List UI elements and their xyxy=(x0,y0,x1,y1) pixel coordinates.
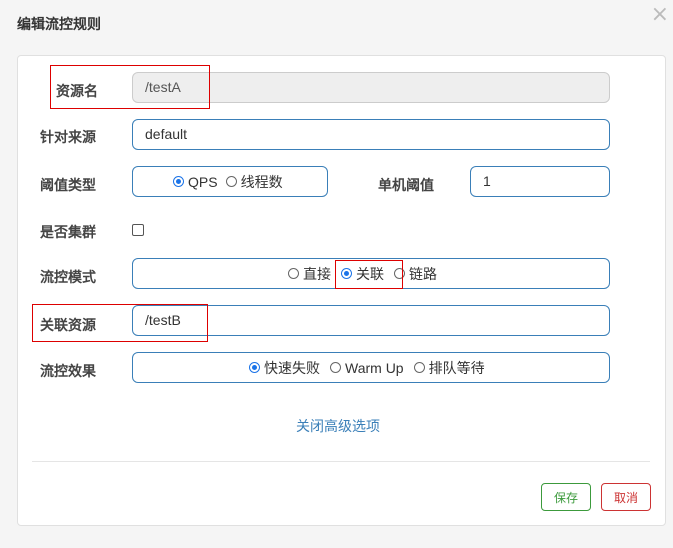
strategy-group: 直接 关联 链路 xyxy=(132,258,610,289)
limit-app-label: 针对来源 xyxy=(40,129,96,145)
strategy-relate-label: 关联 xyxy=(356,265,384,282)
save-button[interactable]: 保存 xyxy=(541,483,591,511)
ref-resource-label: 关联资源 xyxy=(40,317,96,333)
threshold-type-label: 阈值类型 xyxy=(40,177,96,193)
behavior-warm-up-label: Warm Up xyxy=(345,359,404,376)
radio-checked-icon xyxy=(173,176,184,187)
behavior-warm-up-radio[interactable]: Warm Up xyxy=(330,360,404,376)
threshold-type-qps-radio[interactable]: QPS xyxy=(173,174,218,190)
strategy-chain-radio[interactable]: 链路 xyxy=(394,264,437,284)
single-threshold-input[interactable]: 1 xyxy=(470,166,610,197)
footer-divider xyxy=(32,461,650,462)
radio-unchecked-icon xyxy=(330,362,341,373)
resource-name-label: 资源名 xyxy=(56,83,98,99)
cluster-mode-label: 是否集群 xyxy=(40,224,96,240)
dialog-title: 编辑流控规则 xyxy=(17,16,101,32)
radio-unchecked-icon xyxy=(394,268,405,279)
resource-name-input: /testA xyxy=(132,72,610,103)
behavior-fast-fail-radio[interactable]: 快速失败 xyxy=(249,358,320,378)
strategy-direct-label: 直接 xyxy=(303,265,331,282)
behavior-queue-label: 排队等待 xyxy=(428,359,485,376)
threshold-type-group: QPS 线程数 xyxy=(132,166,328,197)
edit-flow-rule-dialog: 编辑流控规则 × 资源名 /testA 针对来源 default 阈值类型 QP… xyxy=(0,0,673,548)
close-icon[interactable]: × xyxy=(651,2,669,27)
control-behavior-label: 流控效果 xyxy=(40,363,96,379)
control-behavior-group: 快速失败 Warm Up 排队等待 xyxy=(132,352,610,383)
threshold-type-thread-label: 线程数 xyxy=(240,173,283,190)
radio-unchecked-icon xyxy=(225,176,237,187)
single-threshold-label: 单机阈值 xyxy=(378,177,434,193)
strategy-direct-radio[interactable]: 直接 xyxy=(288,264,331,284)
ref-resource-input[interactable]: /testB xyxy=(132,305,610,336)
radio-checked-icon xyxy=(249,362,260,373)
threshold-type-thread-radio[interactable]: 线程数 xyxy=(225,172,283,192)
cancel-button[interactable]: 取消 xyxy=(601,483,651,511)
form-panel: 资源名 /testA 针对来源 default 阈值类型 QPS 线程数 单机阈… xyxy=(17,55,666,526)
limit-app-input[interactable]: default xyxy=(132,119,610,150)
strategy-label: 流控模式 xyxy=(40,269,96,285)
radio-unchecked-icon xyxy=(413,362,425,373)
advanced-options-toggle-link[interactable]: 关闭高级选项 xyxy=(296,416,380,436)
radio-unchecked-icon xyxy=(288,268,299,279)
radio-checked-icon xyxy=(341,268,352,279)
behavior-fast-fail-label: 快速失败 xyxy=(264,359,320,376)
behavior-queue-radio[interactable]: 排队等待 xyxy=(413,358,485,378)
strategy-relate-radio[interactable]: 关联 xyxy=(341,264,384,284)
strategy-chain-label: 链路 xyxy=(409,265,437,282)
cluster-mode-checkbox[interactable] xyxy=(132,224,144,236)
threshold-type-qps-label: QPS xyxy=(188,173,218,190)
